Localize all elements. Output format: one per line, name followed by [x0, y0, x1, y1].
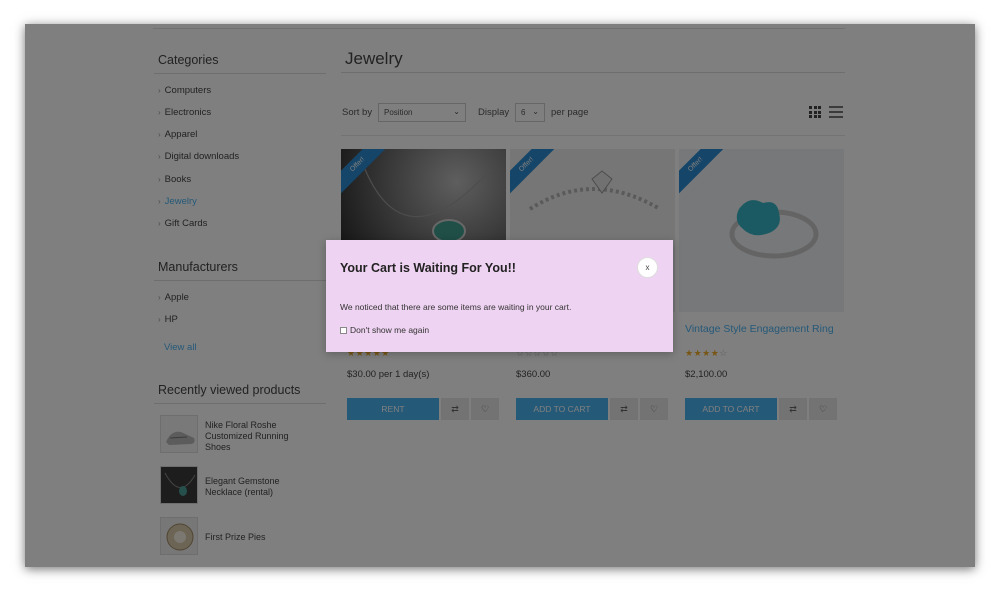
checkbox-icon[interactable]: [340, 326, 347, 334]
dont-show-again-checkbox[interactable]: Don't show me again: [340, 325, 429, 335]
browser-frame: Categories ›Computers ›Electronics ›Appa…: [25, 24, 975, 567]
modal-message: We noticed that there are some items are…: [340, 302, 572, 312]
cart-reminder-modal: Your Cart is Waiting For You!! x We noti…: [326, 240, 673, 352]
modal-title: Your Cart is Waiting For You!!: [340, 261, 516, 275]
dont-show-again-label: Don't show me again: [350, 325, 430, 335]
close-button[interactable]: x: [637, 257, 658, 278]
